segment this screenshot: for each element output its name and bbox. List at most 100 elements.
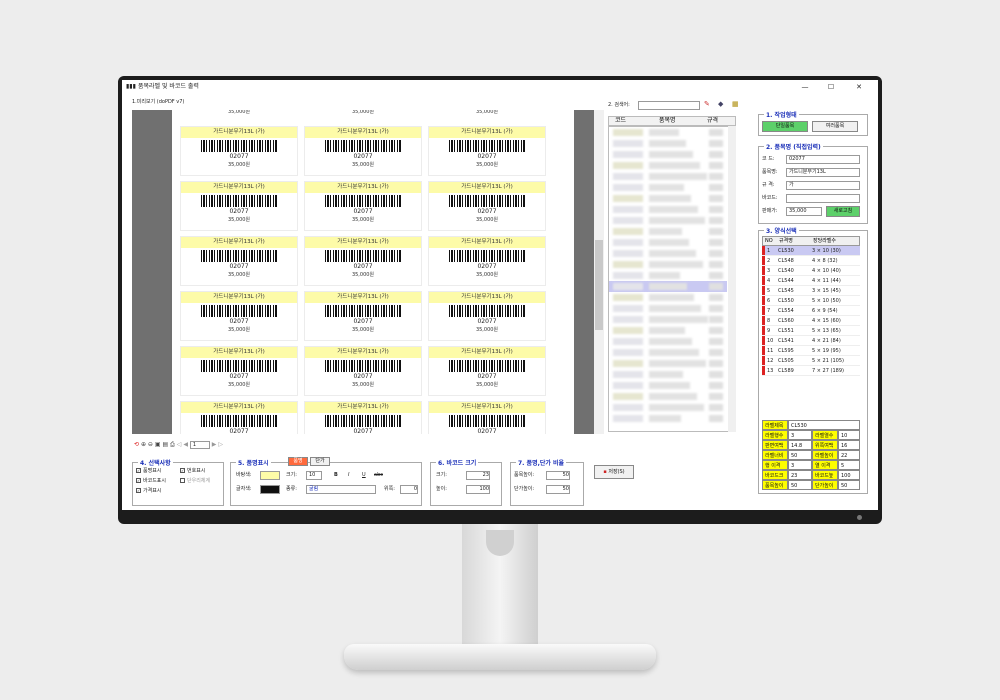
product-list-row[interactable] [609, 193, 727, 204]
format-row[interactable]: 10 CL541 4 × 21 (84) [762, 336, 860, 346]
product-list-row[interactable] [609, 215, 727, 226]
first-page-icon[interactable]: ◁ [177, 441, 182, 448]
minimize-button[interactable]: — [794, 80, 816, 94]
spec-value-cell[interactable]: 22 [838, 450, 860, 460]
product-list-row[interactable] [609, 160, 727, 171]
italic-button[interactable]: I [348, 472, 349, 479]
product-list-row[interactable] [609, 138, 727, 149]
item-height-input[interactable]: 50 [546, 471, 570, 480]
product-list-row[interactable] [609, 402, 727, 413]
list-scrollbar[interactable] [728, 126, 736, 432]
refresh-button[interactable]: 새로고침 [826, 206, 860, 217]
spec-value-cell[interactable]: 50 [788, 450, 812, 460]
zoom-out-icon[interactable]: ⊖ [148, 441, 153, 448]
refresh-icon[interactable]: ⟲ [134, 441, 139, 448]
eraser-icon[interactable]: ◆ [718, 100, 723, 108]
product-list-row[interactable] [609, 270, 727, 281]
single-item-button[interactable]: 단일품목 [762, 121, 808, 132]
font-color-picker[interactable] [260, 485, 280, 494]
spec-value-cell[interactable]: 5 [838, 460, 860, 470]
bold-button[interactable]: B [334, 472, 338, 479]
col-code-header[interactable]: 코드 [615, 117, 626, 125]
product-list-row[interactable] [609, 281, 727, 292]
price-height-input[interactable]: 50 [546, 485, 570, 494]
opt-stack-checkbox[interactable]: 단우리체계 [180, 478, 210, 485]
maximize-button[interactable]: ☐ [820, 80, 842, 94]
format-row[interactable]: 9 CL551 5 × 13 (65) [762, 326, 860, 336]
opt-price-checkbox[interactable]: ✓ 가격표시 [136, 488, 161, 495]
spec-value-cell[interactable]: 3 [788, 430, 812, 440]
spec-input[interactable]: 가 [786, 181, 860, 190]
export-icon[interactable]: ▦ [732, 100, 739, 108]
barcode-height-input[interactable]: 100 [466, 485, 490, 494]
format-row[interactable]: 8 CL560 4 × 15 (60) [762, 316, 860, 326]
underline-button[interactable]: U [362, 472, 366, 479]
format-row[interactable]: 5 CL545 3 × 15 (45) [762, 286, 860, 296]
tab-price[interactable]: 단가 [310, 457, 330, 466]
format-row[interactable]: 13 CL589 7 × 27 (189) [762, 366, 860, 376]
preview-scrollbar[interactable] [594, 110, 604, 434]
page-width-icon[interactable]: ▤ [162, 441, 168, 448]
spec-value-cell[interactable]: CL530 [788, 420, 860, 430]
product-list-row[interactable] [609, 259, 727, 270]
format-row[interactable]: 6 CL550 5 × 10 (50) [762, 296, 860, 306]
prev-page-icon[interactable]: ◀ [183, 441, 188, 448]
spec-value-cell[interactable]: 16 [838, 440, 860, 450]
product-list-row[interactable] [609, 248, 727, 259]
spec-value-cell[interactable]: 14.8 [788, 440, 812, 450]
opt-number-checkbox[interactable]: ✓ 번호표시 [180, 468, 205, 475]
top-margin-input[interactable]: 0 [400, 485, 418, 494]
name-input[interactable]: 가드니분무기13L [786, 168, 860, 177]
format-row[interactable]: 2 CL548 4 × 8 (32) [762, 256, 860, 266]
barcode-input[interactable] [786, 194, 860, 203]
format-row[interactable]: 11 CL595 5 × 19 (95) [762, 346, 860, 356]
edit-icon[interactable]: ✎ [704, 100, 710, 108]
spec-value-cell[interactable]: 23 [788, 470, 812, 480]
product-list-row[interactable] [609, 127, 727, 138]
barcode-size-input[interactable]: 23 [466, 471, 490, 480]
product-list-row[interactable] [609, 171, 727, 182]
spec-value-cell[interactable]: 10 [838, 430, 860, 440]
format-row[interactable]: 4 CL544 4 × 11 (44) [762, 276, 860, 286]
product-list-row[interactable] [609, 380, 727, 391]
page-number-input[interactable]: 1 [189, 440, 210, 449]
product-list-row[interactable] [609, 358, 727, 369]
preview-scroll-thumb[interactable] [595, 240, 603, 330]
product-list-row[interactable] [609, 325, 727, 336]
product-list-row[interactable] [609, 347, 727, 358]
search-input[interactable] [638, 101, 700, 110]
page-fit-icon[interactable]: ▣ [155, 441, 161, 448]
format-row[interactable]: 7 CL554 6 × 9 (54) [762, 306, 860, 316]
product-list-row[interactable] [609, 149, 727, 160]
last-page-icon[interactable]: ▷ [218, 441, 223, 448]
save-button[interactable]: ▪ 저장(S) [594, 465, 634, 479]
print-icon[interactable]: ⎙ [170, 441, 175, 448]
product-list-row[interactable] [609, 292, 727, 303]
product-list-row[interactable] [609, 237, 727, 248]
product-list-row[interactable] [609, 226, 727, 237]
format-row[interactable]: 1 CL530 3 × 10 (30) [762, 246, 860, 256]
product-list-row[interactable] [609, 336, 727, 347]
close-button[interactable]: ✕ [848, 80, 870, 94]
product-list-row[interactable] [609, 413, 727, 424]
col-spec-header[interactable]: 규격 [707, 117, 718, 125]
col-name-header[interactable]: 품목명 [659, 117, 676, 125]
product-list[interactable] [608, 126, 736, 432]
tab-item-name[interactable]: 품명 [288, 457, 308, 466]
product-list-row[interactable] [609, 391, 727, 402]
opt-name-checkbox[interactable]: ✓ 품명표시 [136, 468, 161, 475]
price-input[interactable]: 35,000 [786, 207, 822, 216]
product-list-row[interactable] [609, 204, 727, 215]
strike-button[interactable]: abc [374, 472, 383, 479]
product-list-row[interactable] [609, 182, 727, 193]
format-row[interactable]: 12 CL505 5 × 21 (105) [762, 356, 860, 366]
product-list-row[interactable] [609, 314, 727, 325]
format-row[interactable]: 3 CL540 4 × 10 (40) [762, 266, 860, 276]
font-select[interactable]: 굴림 [306, 485, 376, 494]
multi-item-button[interactable]: 여러품목 [812, 121, 858, 132]
font-size-input[interactable]: 10 [306, 471, 322, 480]
spec-value-cell[interactable]: 50 [788, 480, 812, 490]
code-input[interactable]: 02077 [786, 155, 860, 164]
bg-color-picker[interactable] [260, 471, 280, 480]
product-list-row[interactable] [609, 369, 727, 380]
